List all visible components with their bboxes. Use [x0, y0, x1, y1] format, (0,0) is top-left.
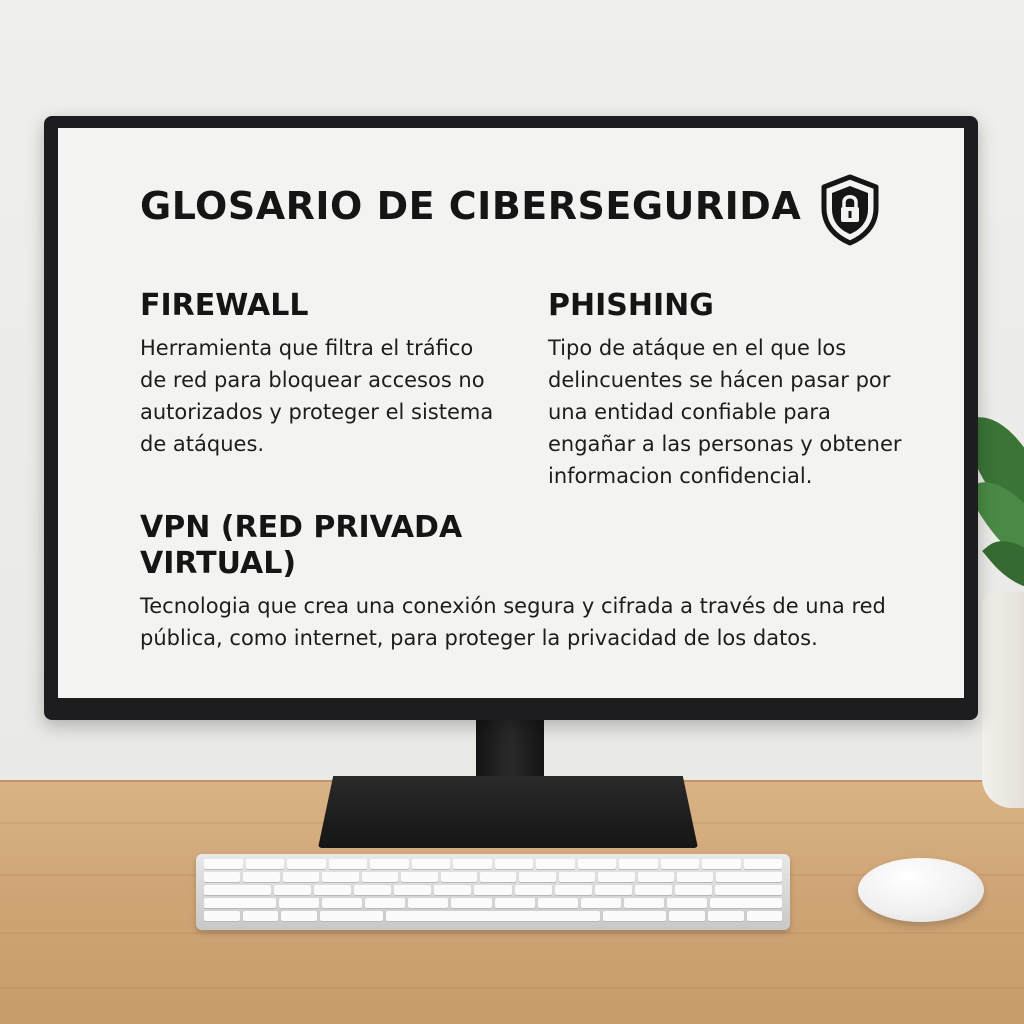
monitor-stand-base: [318, 776, 698, 848]
keyboard[interactable]: [196, 854, 790, 930]
page-title: GLOSARIO DE CIBERSEGURIDA: [140, 184, 802, 228]
mouse[interactable]: [858, 858, 984, 922]
term-firewall: FIREWALL: [140, 288, 309, 323]
definition-phishing: Tipo de atáque en el que los delincuente…: [548, 336, 902, 488]
definition-vpn: Tecnologia que crea una conexión segura …: [140, 594, 886, 650]
plant-pot: [982, 592, 1024, 808]
term-vpn: VPN (RED PRIVADA VIRTUAL): [140, 510, 463, 581]
definition-firewall: Herramienta que filtra el tráfico de red…: [140, 336, 494, 456]
shield-lock-icon: [821, 174, 879, 246]
term-phishing: PHISHING: [548, 288, 714, 323]
